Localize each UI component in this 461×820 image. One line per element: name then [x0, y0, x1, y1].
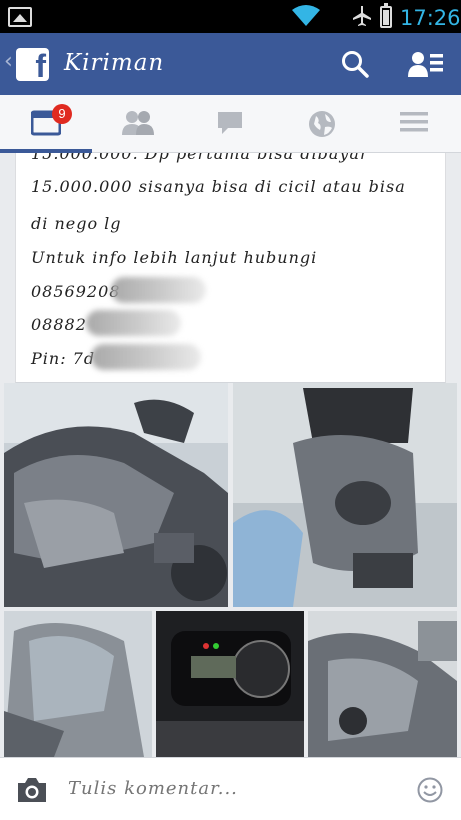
- tab-news-feed[interactable]: 9: [0, 95, 92, 153]
- facebook-logo-icon[interactable]: f: [16, 48, 49, 84]
- search-icon[interactable]: [341, 50, 369, 78]
- redacted-blur: [111, 277, 206, 303]
- facebook-logo-letter: f: [35, 48, 46, 84]
- post-phone-number: 08882: [31, 315, 87, 334]
- post-pin: Pin: 7d: [31, 349, 96, 368]
- tab-bar: 9: [0, 95, 461, 153]
- tab-messages[interactable]: [184, 95, 276, 153]
- back-arrow-icon[interactable]: ‹: [4, 49, 13, 74]
- gallery-notification-icon: [8, 7, 32, 27]
- photo-motorcycle-fairing[interactable]: [308, 611, 457, 757]
- comment-input[interactable]: [68, 778, 289, 799]
- notification-badge: 9: [52, 104, 72, 124]
- photo-motorcycle-side[interactable]: [4, 383, 228, 607]
- tab-notifications[interactable]: [276, 95, 368, 153]
- page-title: Kiriman: [64, 50, 165, 76]
- airplane-icon: [353, 6, 371, 26]
- chat-icon: [218, 112, 242, 134]
- tab-friend-requests[interactable]: [92, 95, 184, 153]
- photo-motorcycle-tank[interactable]: [233, 383, 457, 607]
- post-text-line: Untuk info lebih lanjut hubungi: [31, 248, 318, 267]
- app-header: ‹ f Kiriman: [0, 33, 461, 95]
- photo-motorcycle-dashboard[interactable]: [156, 611, 304, 757]
- post-card: 15.000.000. Dp pertama bisa dibayar 15.0…: [15, 153, 446, 383]
- post-phone-number: 08569208: [31, 282, 121, 301]
- post-text-line: 15.000.000 sisanya bisa di cicil atau bi…: [31, 177, 406, 196]
- camera-icon[interactable]: [16, 776, 48, 804]
- status-clock: 17:26: [400, 6, 461, 30]
- friends-icon: [122, 111, 154, 135]
- menu-icon: [400, 112, 428, 132]
- tab-more[interactable]: [368, 95, 460, 153]
- emoji-icon[interactable]: [417, 777, 443, 803]
- friend-requests-icon[interactable]: [408, 51, 444, 79]
- status-bar: 17:26: [0, 0, 461, 33]
- post-text-line: 15.000.000. Dp pertama bisa dibayar: [31, 153, 369, 163]
- photo-motorcycle-windshield[interactable]: [4, 611, 152, 757]
- comment-bar: [0, 757, 461, 820]
- redacted-blur: [86, 310, 181, 336]
- globe-icon: [309, 111, 335, 137]
- wifi-icon: [292, 5, 320, 26]
- battery-icon: [380, 3, 392, 28]
- redacted-blur: [91, 344, 201, 370]
- post-text-line: di nego lg: [31, 214, 122, 233]
